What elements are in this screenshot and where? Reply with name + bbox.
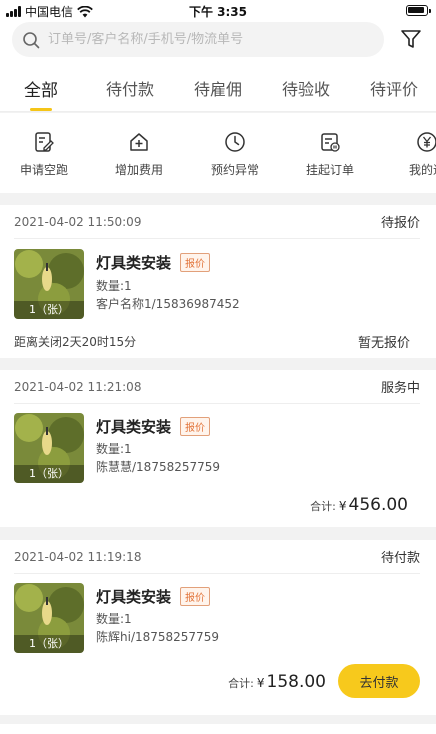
thumb-count: 1（张） xyxy=(14,301,84,319)
action-label: 增加费用 xyxy=(114,163,163,177)
order-status: 服务中 xyxy=(380,381,420,396)
search-icon xyxy=(23,31,40,48)
order-status: 待报价 xyxy=(380,216,420,231)
product-title: 灯具类安装 xyxy=(96,254,172,272)
quote-badge: 报价 xyxy=(180,417,210,436)
thumb-count: 1（张） xyxy=(14,635,84,653)
tab-pending-hire[interactable]: 待雇佣 xyxy=(194,76,242,100)
total-label: 合计: xyxy=(228,677,254,690)
battery-icon xyxy=(406,5,431,16)
active-tab-indicator xyxy=(30,108,52,111)
action-label: 申请空跑 xyxy=(19,163,68,177)
quote-badge: 报价 xyxy=(180,253,210,272)
edit-doc-icon xyxy=(35,132,54,152)
tab-all[interactable]: 全部 xyxy=(24,76,58,101)
status-time: 下午 3:35 xyxy=(188,5,248,19)
order-date: 2021-04-02 11:21:08 xyxy=(14,379,142,394)
quote-badge: 报价 xyxy=(180,587,210,606)
action-label: 我的退 xyxy=(408,163,436,177)
doc-pause-icon xyxy=(321,133,340,152)
order-customer: 陈辉hi/18758257759 xyxy=(96,630,219,644)
search-box[interactable] xyxy=(12,22,384,57)
search-input[interactable] xyxy=(48,32,358,47)
total-amount: 158.00 xyxy=(266,672,326,692)
tab-pending-acceptance[interactable]: 待验收 xyxy=(282,76,330,100)
search-row xyxy=(0,22,436,60)
order-customer: 陈慧慧/18758257759 xyxy=(96,460,221,474)
order-total: 合计: ¥ 158.00 xyxy=(228,672,326,692)
order-quantity: 数量:1 xyxy=(96,442,132,456)
quick-actions: 申请空跑 增加费用 预约异常 挂起订单 我的退 xyxy=(0,113,436,193)
total-amount: 456.00 xyxy=(348,495,408,515)
product-title: 灯具类安装 xyxy=(96,418,172,436)
filter-icon[interactable] xyxy=(400,28,422,50)
order-header: 2021-04-02 11:50:09 待报价 xyxy=(14,205,420,239)
product-thumbnail[interactable]: 1（张） xyxy=(14,413,84,483)
tab-pending-review[interactable]: 待评价 xyxy=(370,76,418,100)
product-thumbnail[interactable]: 1（张） xyxy=(14,249,84,319)
action-label: 预约异常 xyxy=(210,163,259,177)
currency-symbol: ¥ xyxy=(338,499,347,513)
order-card[interactable]: 2021-04-02 11:21:08 服务中 1（张） 灯具类安装 报价 数量… xyxy=(0,370,436,527)
status-bar: 中国电信 下午 3:35 xyxy=(0,0,436,22)
order-tabs: 全部 待付款 待雇佣 待验收 待评价 xyxy=(0,60,436,112)
yen-circle-icon xyxy=(417,132,436,152)
order-header: 2021-04-02 11:19:18 待付款 xyxy=(14,540,420,574)
thumb-count: 1（张） xyxy=(14,465,84,483)
order-card[interactable]: 2021-04-02 11:19:18 待付款 1（张） 灯具类安装 报价 数量… xyxy=(0,540,436,715)
order-date: 2021-04-02 11:19:18 xyxy=(14,549,142,564)
order-date: 2021-04-02 11:50:09 xyxy=(14,214,142,229)
clock-icon xyxy=(225,132,245,152)
order-card[interactable]: 2021-04-02 11:50:09 待报价 1（张） 灯具类安装 报价 数量… xyxy=(0,205,436,358)
tab-pending-payment[interactable]: 待付款 xyxy=(106,76,154,100)
order-total: 合计: ¥ 456.00 xyxy=(310,495,408,515)
quote-status: 暂无报价 xyxy=(357,336,410,351)
close-countdown: 距离关闭2天20时15分 xyxy=(14,335,137,349)
pay-button[interactable]: 去付款 xyxy=(338,664,420,698)
currency-symbol: ¥ xyxy=(256,676,265,690)
order-card-partial xyxy=(0,724,436,734)
product-title: 灯具类安装 xyxy=(96,588,172,606)
action-apply-empty-run[interactable]: 申请空跑 xyxy=(9,131,79,178)
action-label: 挂起订单 xyxy=(305,163,354,177)
action-appointment-issue[interactable]: 预约异常 xyxy=(200,131,270,178)
action-suspend-order[interactable]: 挂起订单 xyxy=(295,131,365,178)
action-add-fee[interactable]: 增加费用 xyxy=(104,131,174,178)
order-quantity: 数量:1 xyxy=(96,612,132,626)
house-plus-icon xyxy=(130,133,148,151)
action-my-returns[interactable]: 我的退 xyxy=(392,131,436,178)
product-thumbnail[interactable]: 1（张） xyxy=(14,583,84,653)
order-quantity: 数量:1 xyxy=(96,279,132,293)
total-label: 合计: xyxy=(310,500,336,513)
order-status: 待付款 xyxy=(380,551,420,566)
order-customer: 客户名称1/15836987452 xyxy=(96,297,240,311)
order-header: 2021-04-02 11:21:08 服务中 xyxy=(14,370,420,404)
